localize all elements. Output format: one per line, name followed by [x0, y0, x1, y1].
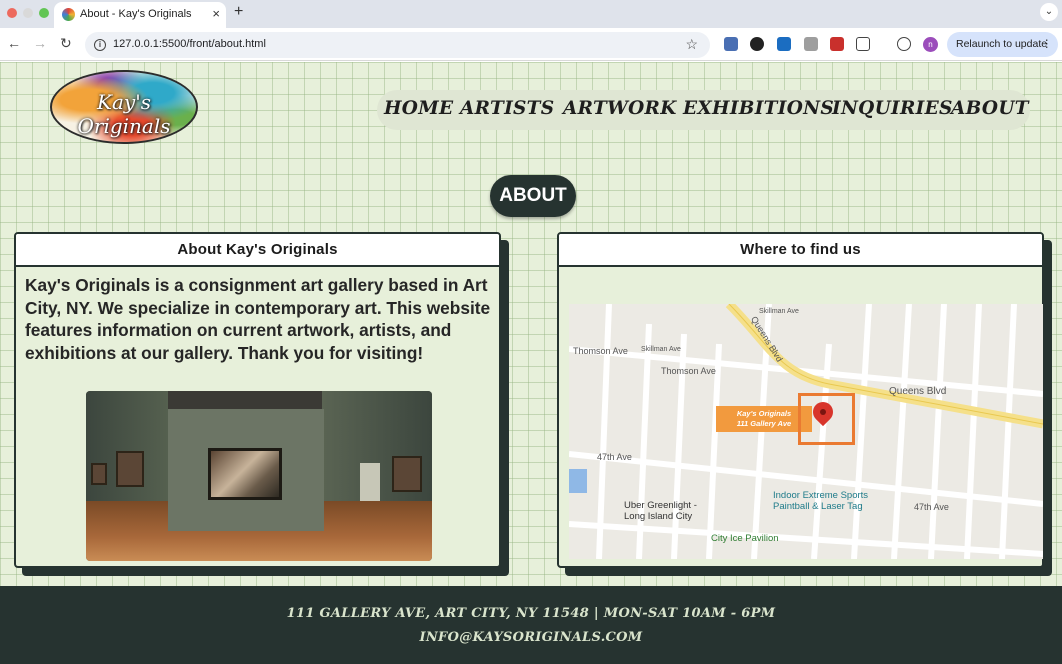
place-indoor-extreme-sports[interactable]: Indoor Extreme Sports Paintball & Laser … — [773, 490, 903, 512]
tab-title: About - Kay's Originals — [80, 8, 192, 20]
about-card-heading: About Kay's Originals — [16, 234, 499, 267]
place-city-ice-pavilion[interactable]: City Ice Pavilion — [711, 533, 779, 544]
tab-search-chevron-icon[interactable]: ⌄ — [1040, 3, 1058, 21]
nav-inquiries[interactable]: INQUIRIES — [832, 98, 953, 119]
window-minimize-button[interactable] — [23, 8, 33, 18]
chat-extension-icon[interactable] — [897, 37, 911, 51]
page-body: Kay's Originals HOME ARTISTS ARTWORK EXH… — [0, 62, 1062, 664]
tab-close-icon[interactable]: × — [212, 6, 220, 21]
nav-artists[interactable]: ARTISTS — [460, 98, 554, 119]
new-tab-button[interactable]: + — [234, 3, 243, 21]
privacy-extension-icon[interactable] — [750, 37, 764, 51]
gallery-photo — [86, 391, 432, 561]
relaunch-label: Relaunch to update — [956, 38, 1048, 50]
street-queens-blvd: Queens Blvd — [889, 386, 947, 397]
window-maximize-button[interactable] — [39, 8, 49, 18]
about-card: About Kay's Originals Kay's Originals is… — [14, 232, 501, 568]
browser-toolbar: ← → ↻ i 127.0.0.1:5500/front/about.html … — [0, 28, 1062, 61]
place-uber-greenlight[interactable]: Uber Greenlight - Long Island City — [624, 500, 704, 522]
map-card-heading: Where to find us — [559, 234, 1042, 267]
bookmark-star-icon[interactable]: ☆ — [685, 36, 698, 53]
site-info-icon[interactable]: i — [94, 39, 106, 51]
nav-about[interactable]: ABOUT — [951, 98, 1029, 119]
map-card: Where to find us Thomson Ave Thomson Ave… — [557, 232, 1044, 568]
page-title: ABOUT — [490, 175, 576, 217]
street-skillman-ave-west: Skillman Ave — [641, 346, 681, 353]
street-47th-ave-west: 47th Ave — [597, 452, 632, 462]
profile-avatar[interactable]: n — [923, 37, 938, 52]
nav-artwork[interactable]: ARTWORK — [563, 98, 677, 119]
nav-home[interactable]: HOME — [384, 98, 453, 119]
footer-email[interactable]: info@kaysoriginals.com — [0, 630, 1062, 645]
edit-extension-icon[interactable] — [804, 37, 818, 51]
site-footer: 111 Gallery Ave, Art City, NY 11548 | Mo… — [0, 586, 1062, 664]
reload-icon[interactable]: ↻ — [60, 35, 72, 52]
logo-text: Kay's Originals — [77, 90, 171, 138]
puzzle-extensions-icon[interactable] — [856, 37, 870, 51]
address-bar[interactable]: i 127.0.0.1:5500/front/about.html ☆ — [85, 32, 710, 58]
location-map[interactable]: Thomson Ave Thomson Ave Queens Blvd Quee… — [569, 304, 1043, 559]
url-text[interactable]: 127.0.0.1:5500/front/about.html — [113, 38, 266, 50]
red-extension-icon[interactable] — [830, 37, 844, 51]
favicon-icon — [62, 8, 75, 21]
gallery-painting-far-left — [91, 463, 107, 485]
map-pin-dot — [820, 409, 826, 415]
relaunch-button[interactable]: Relaunch to update ⋮ — [947, 32, 1058, 57]
street-skillman-ave: Skillman Ave — [759, 308, 799, 315]
street-thomson-ave-west: Thomson Ave — [573, 346, 628, 356]
gallery-painting-left — [116, 451, 144, 487]
browser-tab[interactable]: About - Kay's Originals × — [54, 2, 226, 28]
site-logo[interactable]: Kay's Originals — [50, 70, 198, 144]
more-menu-icon[interactable]: ⋮ — [1042, 32, 1053, 57]
footer-address: 111 Gallery Ave, Art City, NY 11548 | Mo… — [286, 606, 776, 621]
forward-arrow-icon[interactable]: → — [33, 35, 47, 51]
back-arrow-icon[interactable]: ← — [7, 35, 21, 51]
image-extension-icon[interactable] — [777, 37, 791, 51]
gallery-painting — [208, 448, 282, 500]
gallery-painting-right — [392, 456, 422, 492]
nav-exhibitions[interactable]: EXHIBITIONS — [683, 98, 834, 119]
about-description: Kay's Originals is a consignment art gal… — [25, 275, 491, 363]
main-nav: HOME ARTISTS ARTWORK EXHIBITIONS INQUIRI… — [377, 90, 1030, 130]
browser-tab-bar: About - Kay's Originals × + ⌄ — [0, 0, 1062, 28]
street-47th-ave-east: 47th Ave — [914, 502, 949, 512]
window-close-button[interactable] — [7, 8, 17, 18]
street-thomson-ave: Thomson Ave — [661, 366, 716, 376]
gallery-doorway — [360, 463, 380, 501]
cast-extension-icon[interactable] — [724, 37, 738, 51]
